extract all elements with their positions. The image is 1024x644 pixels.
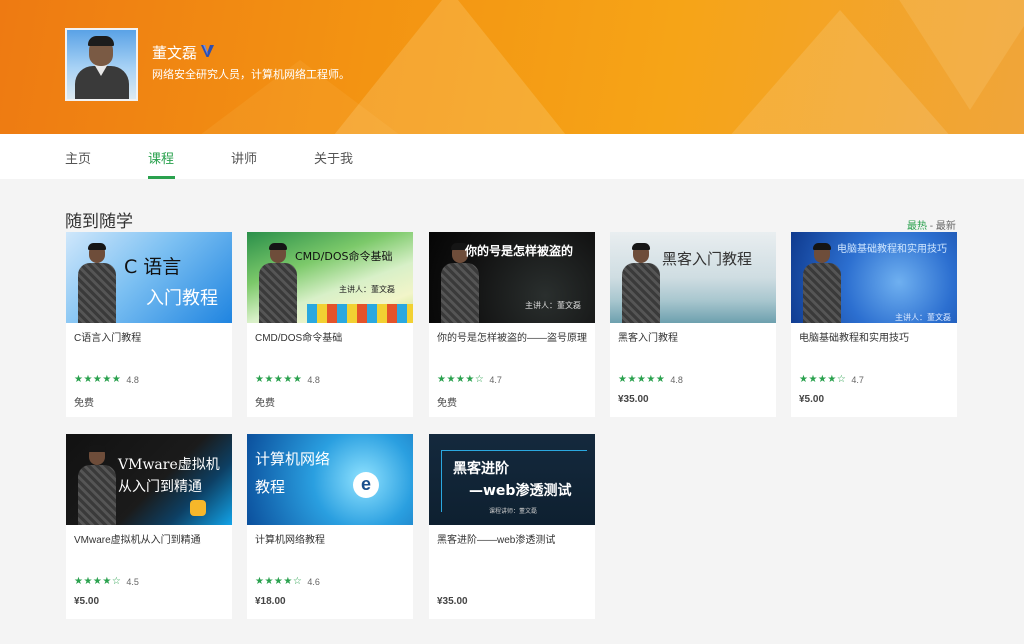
rating-value: 4.6 (307, 576, 320, 587)
thumbnail-text: 入门教程 (146, 288, 218, 309)
course-rating: ★★★★☆ 4.7 (799, 374, 864, 385)
thumbnail-text: 教程 (255, 478, 286, 496)
user-description: 网络安全研究人员，计算机网络工程师。 (152, 69, 350, 81)
vmware-logo-icon (190, 500, 206, 516)
rating-value: 4.7 (489, 374, 502, 385)
instructor-photo (76, 445, 118, 525)
star-rating: ★★★★☆ (437, 374, 485, 385)
active-tab-indicator (148, 176, 175, 179)
sort-options: 最热 - 最新 (907, 217, 956, 232)
section-title: 随到随学 (65, 212, 133, 231)
course-card[interactable]: VMware虚拟机 从入门到精通 VMware虚拟机从入门到精通 ★★★★☆ 4.… (66, 434, 232, 619)
thumbnail-text: 你的号是怎样被盗的 (465, 244, 574, 258)
course-rating: ★★★★☆ 4.6 (255, 576, 320, 587)
course-thumbnail[interactable]: CMD/DOS命令基础 主讲人：董文磊 (247, 232, 413, 323)
course-thumbnail[interactable]: 黑客进阶 —web渗透测试 课程讲师：董文磊 (429, 434, 595, 525)
rating-value: 4.8 (307, 374, 320, 385)
tab-home[interactable]: 主页 (65, 148, 91, 167)
course-price: ¥18.00 (255, 596, 286, 607)
thumbnail-text: 电脑基础教程和实用技巧 (837, 244, 947, 255)
course-title[interactable]: CMD/DOS命令基础 (255, 331, 405, 346)
thumbnail-text: 从入门到精通 (118, 479, 202, 495)
course-rating: ★★★★★ 4.8 (618, 374, 683, 385)
course-title[interactable]: 黑客进阶——web渗透测试 (437, 533, 587, 548)
course-price: 免费 (437, 398, 457, 409)
course-thumbnail[interactable]: 黑客入门教程 (610, 232, 776, 323)
star-rating: ★★★★☆ (799, 374, 847, 385)
sort-separator: - (927, 221, 936, 232)
thumbnail-decoration (307, 304, 413, 323)
thumbnail-text: CMD/DOS命令基础 (295, 250, 393, 263)
thumbnail-text: 黑客入门教程 (662, 250, 753, 268)
thumbnail-subtext: 主讲人：董文磊 (895, 313, 951, 322)
course-card[interactable]: CMD/DOS命令基础 主讲人：董文磊 CMD/DOS命令基础 ★★★★★ 4.8… (247, 232, 413, 417)
course-thumbnail[interactable]: 你的号是怎样被盗的 主讲人：董文磊 (429, 232, 595, 323)
course-rating: ★★★★☆ 4.5 (74, 576, 139, 587)
course-price: ¥5.00 (74, 596, 100, 607)
course-title[interactable]: VMware虚拟机从入门到精通 (74, 533, 224, 548)
course-thumbnail[interactable]: 电脑基础教程和实用技巧 主讲人：董文磊 (791, 232, 957, 323)
course-title[interactable]: 黑客入门教程 (618, 331, 768, 346)
rating-value: 4.8 (126, 374, 139, 385)
course-card[interactable]: 计算机网络 教程 e 计算机网络教程 ★★★★☆ 4.6 ¥18.00 (247, 434, 413, 619)
instructor-photo (76, 243, 118, 323)
tab-teachers[interactable]: 讲师 (231, 148, 257, 167)
thumbnail-subtext: 主讲人：董文磊 (339, 285, 395, 294)
tab-courses[interactable]: 课程 (148, 148, 174, 167)
course-rating: ★★★★☆ 4.7 (437, 374, 502, 385)
course-title[interactable]: C语言入门教程 (74, 331, 224, 346)
course-rating: ★★★★★ 4.8 (255, 374, 320, 385)
course-price: ¥35.00 (437, 596, 468, 607)
course-title[interactable]: 你的号是怎样被盗的——盗号原理 (437, 331, 587, 346)
course-price: 免费 (74, 398, 94, 409)
course-price: 免费 (255, 398, 275, 409)
thumbnail-text: C 语言 (124, 256, 182, 278)
course-rating: ★★★★★ 4.8 (74, 374, 139, 385)
sort-new-link[interactable]: 最新 (936, 221, 956, 232)
course-card[interactable]: 电脑基础教程和实用技巧 主讲人：董文磊 电脑基础教程和实用技巧 ★★★★☆ 4.7… (791, 232, 957, 417)
instructor-photo (257, 243, 299, 323)
thumbnail-subtext: 课程讲师：董文磊 (489, 509, 538, 515)
course-card[interactable]: 黑客入门教程 黑客入门教程 ★★★★★ 4.8 ¥35.00 (610, 232, 776, 417)
instructor-photo (620, 243, 662, 323)
avatar[interactable] (65, 28, 138, 101)
e-logo-icon: e (353, 472, 379, 498)
rating-value: 4.8 (670, 374, 683, 385)
user-name: 董文磊 (152, 45, 198, 62)
course-title[interactable]: 计算机网络教程 (255, 533, 405, 548)
course-price: ¥5.00 (799, 394, 825, 405)
star-rating: ★★★★★ (255, 374, 303, 385)
thumbnail-text: 计算机网络 (255, 450, 331, 468)
thumbnail-text: —web渗透测试 (469, 483, 572, 499)
course-card[interactable]: 你的号是怎样被盗的 主讲人：董文磊 你的号是怎样被盗的——盗号原理 ★★★★☆ 4… (429, 232, 595, 417)
star-rating: ★★★★★ (74, 374, 122, 385)
verified-icon (201, 45, 214, 57)
star-rating: ★★★★☆ (255, 576, 303, 587)
course-card[interactable]: 黑客进阶 —web渗透测试 课程讲师：董文磊 黑客进阶——web渗透测试 ¥35… (429, 434, 595, 619)
star-rating: ★★★★☆ (74, 576, 122, 587)
course-card[interactable]: C 语言 入门教程 C语言入门教程 ★★★★★ 4.8 免费 (66, 232, 232, 417)
rating-value: 4.7 (851, 374, 864, 385)
star-rating: ★★★★★ (618, 374, 666, 385)
thumbnail-subtext: 主讲人：董文磊 (525, 301, 581, 310)
instructor-photo (801, 243, 843, 323)
course-thumbnail[interactable]: C 语言 入门教程 (66, 232, 232, 323)
course-price: ¥35.00 (618, 394, 649, 405)
profile-nav: 主页 课程 讲师 关于我 (0, 134, 1024, 179)
sort-hot-link[interactable]: 最热 (907, 221, 927, 232)
thumbnail-text: VMware虚拟机 (118, 457, 220, 473)
thumbnail-text: 黑客进阶 (453, 461, 509, 477)
tab-about[interactable]: 关于我 (314, 148, 353, 167)
course-title[interactable]: 电脑基础教程和实用技巧 (799, 331, 949, 346)
rating-value: 4.5 (126, 576, 139, 587)
course-thumbnail[interactable]: VMware虚拟机 从入门到精通 (66, 434, 232, 525)
course-thumbnail[interactable]: 计算机网络 教程 e (247, 434, 413, 525)
